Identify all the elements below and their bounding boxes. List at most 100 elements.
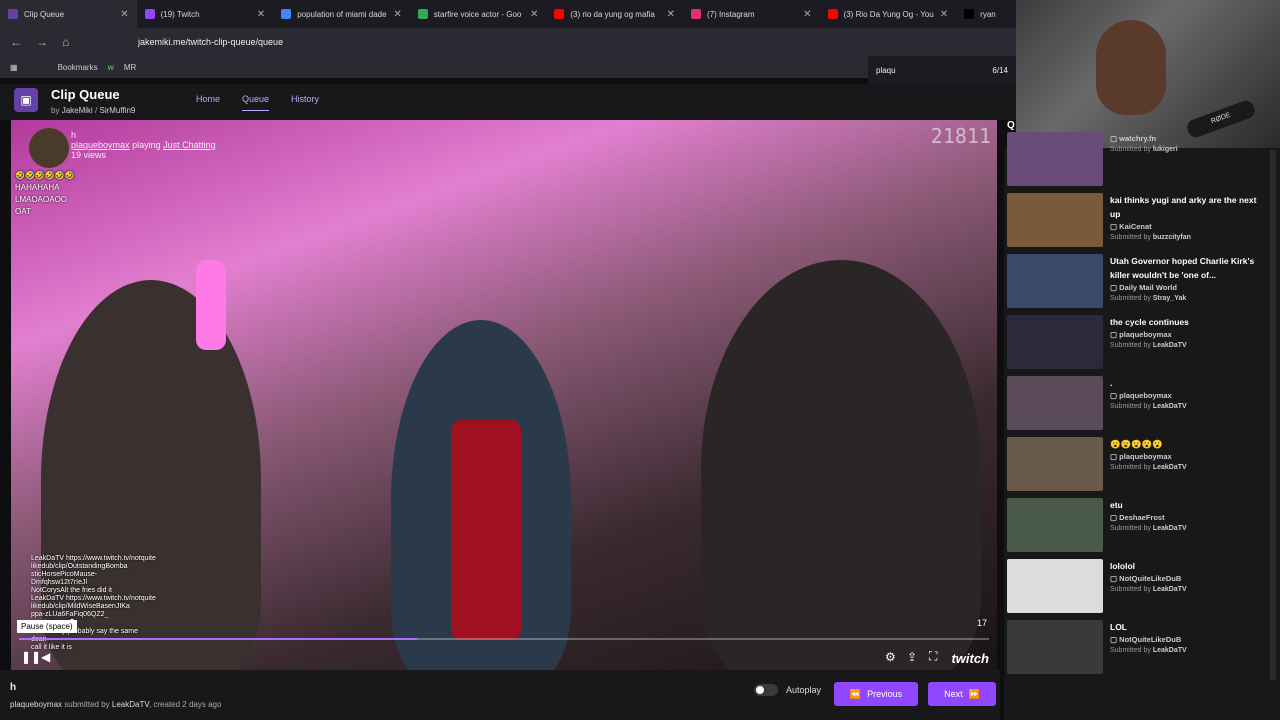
chat-message: call it like it is <box>31 644 72 651</box>
queue-item-submitter: Submitted by LeakDaTV <box>1110 464 1187 471</box>
settings-icon[interactable]: ⚙ <box>885 650 896 664</box>
channel-icon: ▢ <box>1110 513 1120 522</box>
autoplay-control[interactable]: Autoplay <box>754 684 821 696</box>
author-link[interactable]: SirMuffin9 <box>99 106 135 115</box>
tab-title: (19) Twitch <box>160 9 200 19</box>
queue-thumbnail[interactable] <box>1007 559 1103 613</box>
chat-message: 🤣🤣🤣🤣🤣🤣 <box>15 171 75 180</box>
seek-bar[interactable] <box>19 638 989 640</box>
queue-item-channel: ▢ Daily Mail World <box>1110 283 1177 292</box>
close-icon[interactable]: ✕ <box>257 9 265 20</box>
previous-button[interactable]: ⏪ Previous <box>834 682 918 706</box>
tab-favicon-icon <box>554 9 565 19</box>
overlay-text: h <box>10 682 17 693</box>
tab-favicon-icon <box>281 9 292 19</box>
bookmark-item[interactable]: w <box>108 63 114 72</box>
back-icon[interactable]: ← <box>10 35 26 49</box>
browser-tab[interactable]: (7) Instagram ✕ <box>683 0 820 28</box>
queue-item[interactable]: 😮😮😮😮😮 ▢ plaqueboymax Submitted by LeakDaTV <box>1007 435 1267 491</box>
home-icon[interactable]: ⌂ <box>62 35 78 49</box>
avatar <box>29 128 69 168</box>
queue-item-channel: ▢ NotQuiteLikeDuB <box>1110 635 1182 644</box>
queue-thumbnail[interactable] <box>1007 193 1103 247</box>
app-authors: by JakeMiki / SirMuffin9 <box>51 106 136 115</box>
tab-title: ryan <box>980 9 996 19</box>
queue-item-channel: ▢ DeshaeFrost <box>1110 513 1165 522</box>
queue-item[interactable]: LOL ▢ NotQuiteLikeDuB Submitted by LeakDaT… <box>1007 618 1267 674</box>
queue-item[interactable]: Utah Governor hoped Charlie Kirk's kille… <box>1007 252 1267 308</box>
queue-thumbnail[interactable] <box>1007 620 1103 674</box>
bookmark-item[interactable]: Bookmarks <box>58 63 98 72</box>
queue-item-submitter: Submitted by LeakDaTV <box>1110 525 1187 532</box>
find-bar: plaqu 6/14 <box>868 56 1016 84</box>
channel-name[interactable]: plaqueboymax <box>10 700 62 709</box>
volume-icon[interactable]: ◀ <box>41 650 50 664</box>
close-icon[interactable]: ✕ <box>393 9 401 20</box>
app-logo-icon[interactable]: ▣ <box>14 88 38 112</box>
queue-item[interactable]: ▢ watchry.fn Submitted by lukigeri <box>1007 130 1267 186</box>
nav-queue[interactable]: Queue <box>242 94 270 111</box>
queue-item-submitter: Submitted by LeakDaTV <box>1110 586 1187 593</box>
queue-item-title: kai thinks yugi and arky are the next up <box>1110 195 1257 219</box>
close-icon[interactable]: ✕ <box>803 9 811 20</box>
queue-item-submitter: Submitted by lukigeri <box>1110 146 1178 153</box>
video-figure <box>451 420 521 640</box>
close-icon[interactable]: ✕ <box>940 9 948 20</box>
browser-tab[interactable]: Clip Queue ✕ <box>0 0 137 28</box>
category-link[interactable]: Just Chatting <box>163 140 216 150</box>
queue-thumbnail[interactable] <box>1007 254 1103 308</box>
channel-icon: ▢ <box>1110 330 1120 339</box>
browser-tab[interactable]: (3) Rio Da Yung Og - You ✕ <box>820 0 957 28</box>
browser-tab[interactable]: population of miami dade ✕ <box>273 0 410 28</box>
close-icon[interactable]: ✕ <box>667 9 675 20</box>
author-link[interactable]: JakeMiki <box>62 106 93 115</box>
queue-item[interactable]: etu ▢ DeshaeFrost Submitted by LeakDaTV <box>1007 496 1267 552</box>
queue-item-submitter: Submitted by LeakDaTV <box>1110 403 1187 410</box>
channel-icon: ▢ <box>1110 134 1120 143</box>
submission-info: plaqueboymax submitted by LeakDaTV, crea… <box>10 700 222 709</box>
pause-tooltip: Pause (space) <box>17 620 77 633</box>
submitter-name[interactable]: LeakDaTV <box>112 700 149 709</box>
queue-thumbnail[interactable] <box>1007 315 1103 369</box>
queue-thumbnail[interactable] <box>1007 498 1103 552</box>
share-icon[interactable]: ⇪ <box>907 650 917 664</box>
fullscreen-icon[interactable]: ⛶ <box>929 649 937 664</box>
channel-link[interactable]: plaqueboymax <box>71 140 130 150</box>
nav-history[interactable]: History <box>291 94 319 111</box>
queue-item[interactable]: kai thinks yugi and arky are the next up… <box>1007 191 1267 247</box>
queue-thumbnail[interactable] <box>1007 132 1103 186</box>
bookmark-item[interactable]: MR <box>124 63 136 72</box>
channel-icon: ▢ <box>1110 452 1120 461</box>
queue-thumbnail[interactable] <box>1007 437 1103 491</box>
pause-icon[interactable]: ❚❚ <box>21 650 41 664</box>
queue-item[interactable]: . ▢ plaqueboymax Submitted by LeakDaTV <box>1007 374 1267 430</box>
browser-tab[interactable]: starfire voice actor - Goo ✕ <box>410 0 547 28</box>
queue-item[interactable]: lololol ▢ NotQuiteLikeDuB Submitted by Lea… <box>1007 557 1267 613</box>
queue-item-submitter: Submitted by buzzcityfan <box>1110 234 1191 241</box>
browser-tab[interactable]: ryan <box>956 0 1016 28</box>
autoplay-toggle[interactable] <box>754 684 778 696</box>
clip-bottom-bar: h plaqueboymax submitted by LeakDaTV, cr… <box>0 670 1000 720</box>
queue-item[interactable]: the cycle continues ▢ plaqueboymax Submitt… <box>1007 313 1267 369</box>
queue-item-title: Utah Governor hoped Charlie Kirk's kille… <box>1110 256 1255 280</box>
twitch-watermark[interactable]: twitch <box>951 651 989 666</box>
video-player[interactable]: 21811 🤣🤣🤣🤣🤣🤣 HAHAHAHA LMAOAOAOO OAT h plaqu… <box>11 120 997 670</box>
queue-scrollbar[interactable] <box>1270 150 1276 680</box>
browser-tab[interactable]: (19) Twitch ✕ <box>137 0 274 28</box>
queue-item-submitter: Submitted by LeakDaTV <box>1110 342 1187 349</box>
browser-tab[interactable]: (3) rio da yung og mafia ✕ <box>546 0 683 28</box>
queue-thumbnail[interactable] <box>1007 376 1103 430</box>
find-input[interactable]: plaqu <box>876 66 896 75</box>
tab-favicon-icon <box>417 9 428 19</box>
close-icon[interactable]: ✕ <box>530 9 538 20</box>
next-button[interactable]: Next ⏩ <box>928 682 996 706</box>
apps-grid-icon[interactable]: ▦ <box>10 63 18 72</box>
chat-message: likedub/clip/OutstandingBomba <box>31 563 128 570</box>
close-icon[interactable]: ✕ <box>120 9 128 20</box>
address-bar-row: ← → ⌂ jakemiki.me/twitch-clip-queue/queu… <box>0 28 1016 56</box>
nav-home[interactable]: Home <box>196 94 220 111</box>
url-input[interactable]: jakemiki.me/twitch-clip-queue/queue <box>138 37 283 47</box>
tab-title: (3) Rio Da Yung Og - You <box>843 9 934 19</box>
chat-message: ppa-zLUa6FaFiq06QZ2_ <box>31 611 109 618</box>
forward-icon[interactable]: → <box>36 35 52 49</box>
